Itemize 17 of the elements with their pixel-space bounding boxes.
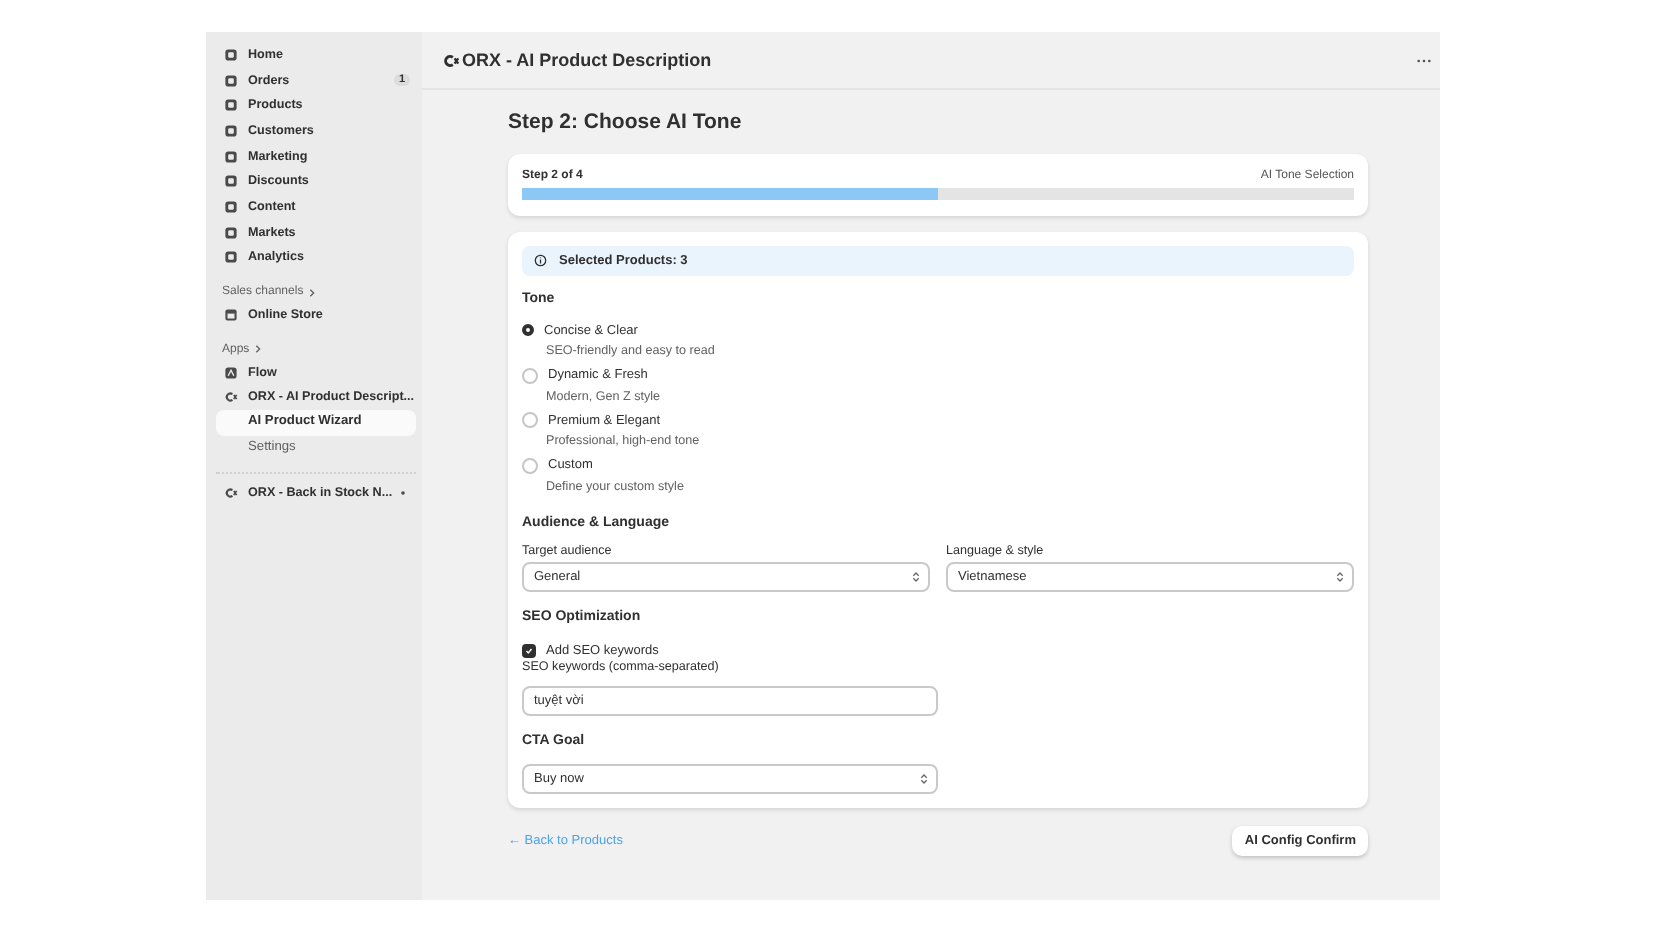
radio-button[interactable] [522,324,534,336]
store-icon [224,308,238,323]
app-logo-icon [442,51,460,69]
more-icon[interactable] [1416,57,1432,63]
pin-icon [400,490,406,497]
chevron-icon [920,771,928,785]
chevron-icon [1336,569,1344,583]
page-heading: Step 2: Choose AI Tone [508,110,744,134]
app-logo-icon [224,390,238,405]
chevron-icon [307,287,316,298]
chevron-icon [253,344,262,355]
flow-icon [224,365,238,380]
chevron-icon [912,569,920,583]
app-logo-icon [224,486,238,501]
checkbox[interactable] [522,643,536,657]
app-title: ORX - AI Product Description [462,50,714,70]
info-icon [534,254,547,268]
